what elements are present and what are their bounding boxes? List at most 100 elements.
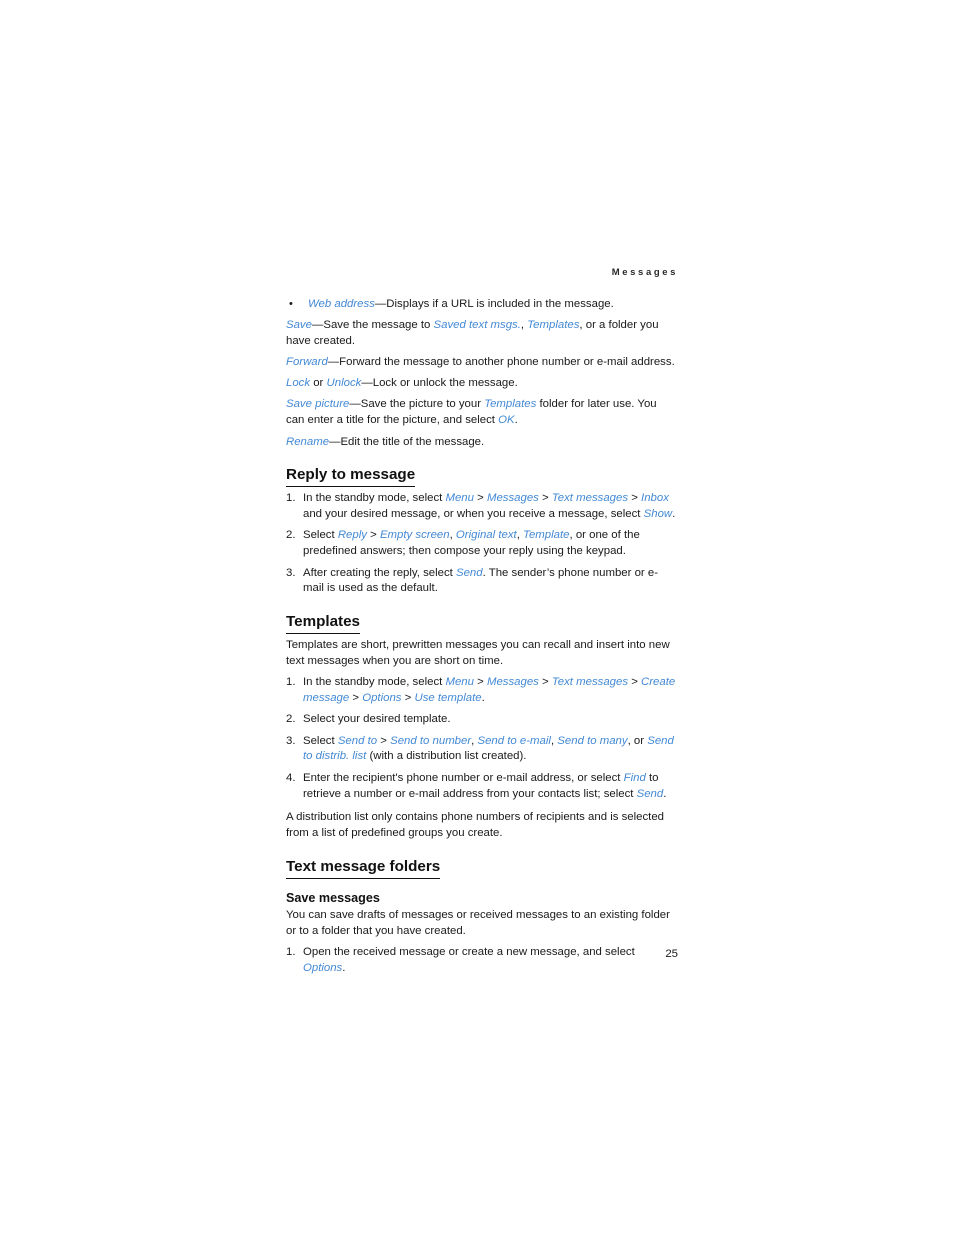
step-number: 1.: [286, 676, 296, 689]
ui-reference: Send to e-mail: [477, 734, 551, 747]
ui-reference: Use template: [414, 692, 482, 705]
running-head: Messages: [611, 267, 678, 278]
step-text: After creating the reply, select Send. T…: [303, 567, 658, 595]
option-description-forward: Forward—Forward the message to another p…: [286, 355, 678, 371]
section-heading: Text message folders: [286, 858, 441, 879]
option-description-save: Save—Save the message to Saved text msgs…: [286, 318, 678, 350]
step-item: 3. After creating the reply, select Send.…: [286, 566, 678, 598]
text-run: >: [377, 734, 391, 747]
text-run: Select: [303, 734, 338, 747]
ui-reference: Find: [623, 771, 646, 784]
step-item: 2. Select Reply > Empty screen, Original …: [286, 528, 678, 560]
text-run: —Lock or unlock the message.: [361, 377, 518, 390]
section-trailing-paragraph: A distribution list only contains phone …: [286, 811, 665, 840]
step-text: Enter the recipient's phone number or e-…: [303, 772, 666, 800]
ui-reference: Template: [523, 529, 570, 542]
text-run: —Save the message to: [311, 318, 434, 331]
ui-reference: Save: [286, 318, 312, 331]
ui-reference: Messages: [486, 676, 539, 689]
page-content-column: Messages • Web address—Displays if a URL …: [286, 268, 678, 983]
text-run: >: [628, 676, 642, 689]
ui-reference: Text messages: [551, 676, 629, 689]
ui-reference: Menu: [445, 676, 474, 689]
text-run: In the standby mode, select: [303, 492, 446, 505]
step-text: In the standby mode, select Menu > Messa…: [303, 676, 675, 704]
option-description-rename: Rename—Edit the title of the message.: [286, 435, 678, 451]
step-text: Select Reply > Empty screen, Original te…: [303, 529, 640, 557]
ui-reference: Empty screen: [379, 529, 450, 542]
ui-reference: Menu: [445, 492, 474, 505]
step-text: Select Send to > Send to number, Send to…: [303, 735, 674, 763]
ui-reference: Send: [636, 787, 664, 800]
page-number: 25: [665, 948, 678, 960]
section-heading: Templates: [286, 613, 360, 635]
text-run: >: [366, 529, 380, 542]
section-reply-to-message: Reply to message 1. In the standby mode, s…: [286, 466, 678, 597]
text-run: >: [401, 692, 415, 705]
bullet-dot-icon: •: [289, 297, 293, 310]
option-description-save-picture: Save picture—Save the picture to your Te…: [286, 397, 678, 429]
ui-reference: Web address: [308, 297, 375, 310]
step-number: 3.: [286, 734, 296, 747]
ui-reference: Send to: [337, 734, 378, 747]
text-run: —Save the picture to your: [349, 398, 485, 411]
text-run: and your desired message, or when you re…: [303, 508, 644, 521]
ui-reference: Options: [362, 692, 402, 705]
ui-reference: Templates: [484, 398, 537, 411]
step-number: 2.: [286, 713, 296, 726]
ui-reference: Options: [303, 961, 343, 974]
numbered-step-list: 1. In the standby mode, select Menu > Mes…: [286, 675, 678, 802]
text-run: >: [538, 676, 552, 689]
options-list-block: • Web address—Displays if a URL is includ…: [286, 297, 678, 451]
ui-reference: Lock: [286, 377, 311, 390]
step-number: 1.: [286, 492, 296, 505]
text-run: >: [473, 492, 487, 505]
step-number: 3.: [286, 566, 296, 579]
ui-reference: Reply: [337, 529, 367, 542]
ui-reference: Save picture: [286, 398, 350, 411]
text-run: In the standby mode, select: [303, 676, 446, 689]
ui-reference: Show: [643, 508, 673, 521]
step-item: 2. Select your desired template.: [286, 712, 678, 728]
ui-reference: Templates: [527, 318, 580, 331]
subsection-lead-paragraph: You can save drafts of messages or recei…: [286, 908, 670, 937]
ui-reference: Forward: [286, 355, 328, 368]
ui-reference: Saved text msgs.: [433, 318, 521, 331]
ui-reference: Send to many: [557, 734, 628, 747]
document-page: { "running_head": "Messages", "page_numb…: [0, 0, 954, 1235]
step-item: 4. Enter the recipient's phone number or …: [286, 771, 678, 803]
section-heading: Reply to message: [286, 466, 416, 488]
ui-reference: Text messages: [551, 492, 629, 505]
text-run: .: [663, 787, 667, 800]
text-run: —Edit the title of the message.: [329, 435, 485, 448]
text-run: Select your desired template.: [303, 713, 451, 726]
ui-reference: Unlock: [326, 377, 362, 390]
text-run: —Forward the message to another phone nu…: [327, 355, 675, 368]
option-description-lock-unlock: Lock or Unlock—Lock or unlock the messag…: [286, 376, 678, 392]
ui-reference: OK: [498, 414, 515, 427]
text-run: .: [514, 414, 518, 427]
ui-reference: Send to number: [390, 734, 472, 747]
text-run: After creating the reply, select: [303, 566, 456, 579]
text-run: , or: [627, 734, 648, 747]
step-number: 4.: [286, 771, 296, 784]
step-item: 1. In the standby mode, select Menu > Mes…: [286, 491, 678, 523]
text-run: —Displays if a URL is included in the me…: [374, 297, 614, 310]
step-text: In the standby mode, select Menu > Messa…: [303, 492, 675, 520]
text-run: >: [473, 676, 487, 689]
ui-reference: Messages: [486, 492, 539, 505]
ui-reference: Original text: [455, 529, 517, 542]
text-run: >: [349, 692, 363, 705]
text-run: >: [628, 492, 642, 505]
subsection-heading: Save messages: [286, 890, 380, 905]
section-lead-paragraph: Templates are short, prewritten messages…: [286, 639, 670, 667]
text-run: Select: [303, 529, 338, 542]
step-item: 1. In the standby mode, select Menu > Mes…: [286, 675, 678, 707]
bullet-list-item: • Web address—Displays if a URL is includ…: [286, 297, 678, 313]
step-number: 2.: [286, 529, 296, 542]
ui-reference: Rename: [286, 435, 330, 448]
ui-reference: Inbox: [641, 492, 669, 505]
text-run: .: [342, 961, 346, 974]
numbered-step-list: 1. In the standby mode, select Menu > Mes…: [286, 491, 678, 597]
section-templates: Templates Templates are short, prewritten…: [286, 613, 678, 842]
